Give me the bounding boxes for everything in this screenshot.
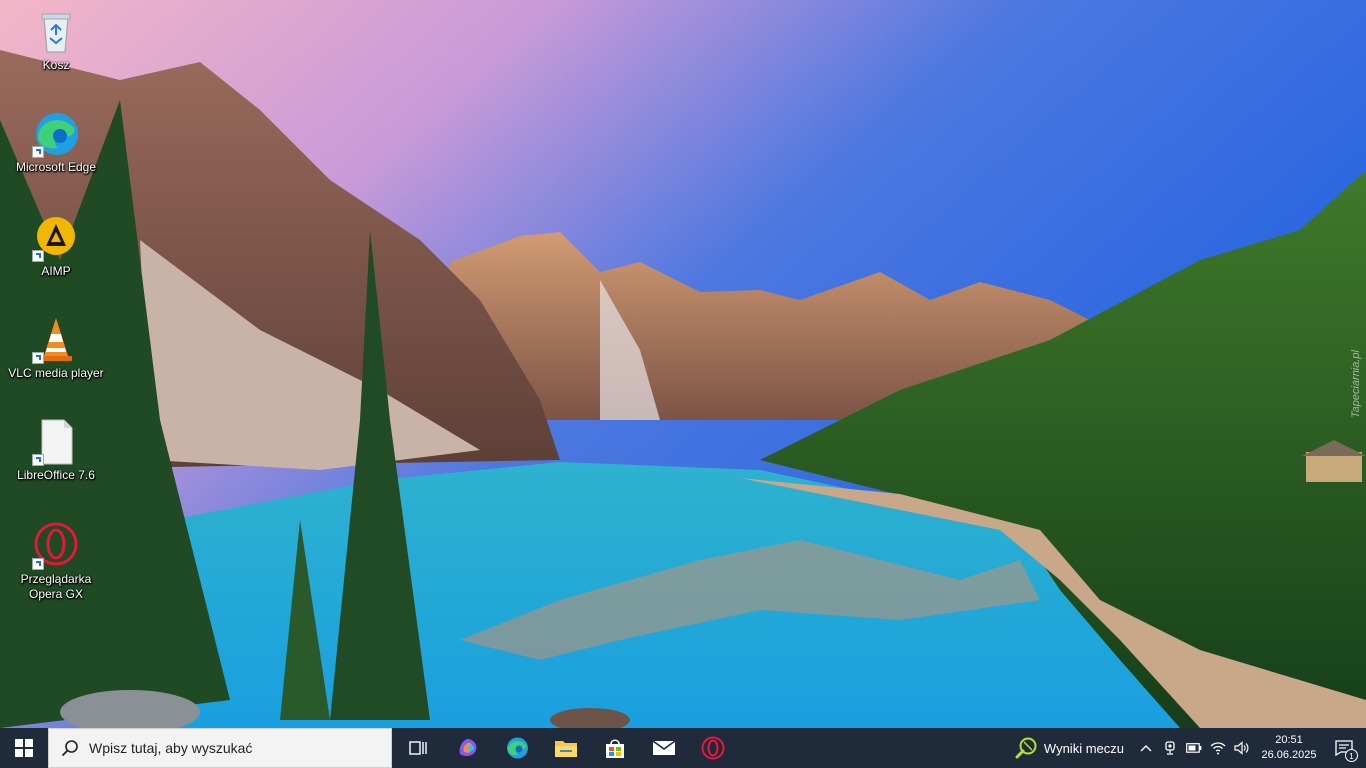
shortcut-arrow-icon bbox=[32, 352, 44, 364]
speaker-icon bbox=[1234, 741, 1249, 755]
desktop-icon-label: Przeglądarka Opera GX bbox=[20, 572, 92, 601]
edge-icon bbox=[506, 737, 528, 759]
tray-volume-button[interactable] bbox=[1230, 728, 1254, 768]
desktop-icon-label: AIMP bbox=[41, 264, 71, 278]
recycle-bin-icon bbox=[32, 8, 80, 56]
clock-date: 26.06.2025 bbox=[1261, 749, 1317, 761]
copilot-icon bbox=[459, 739, 476, 757]
store-icon bbox=[605, 739, 624, 758]
wallpaper-landscape bbox=[0, 0, 1366, 728]
desktop-icon-microsoft-edge[interactable]: Microsoft Edge bbox=[4, 110, 108, 175]
tray-network-button[interactable] bbox=[1206, 728, 1230, 768]
desktop-icon-label: Microsoft Edge bbox=[15, 160, 97, 174]
tray-meet-button[interactable] bbox=[1158, 728, 1182, 768]
desktop-wallpaper: Tapeciarnia.pl bbox=[0, 0, 1366, 728]
windows-logo-icon bbox=[15, 739, 33, 757]
taskbar-search-box[interactable]: Wpisz tutaj, aby wyszukać bbox=[48, 728, 392, 768]
desktop-icon-opera-gx[interactable]: Przeglądarka Opera GX bbox=[4, 522, 108, 602]
libreoffice-icon bbox=[32, 418, 80, 466]
sports-ball-icon bbox=[1015, 737, 1037, 759]
taskbar-clock[interactable]: 20:51 26.06.2025 bbox=[1256, 733, 1322, 763]
search-placeholder: Wpisz tutaj, aby wyszukać bbox=[89, 740, 253, 756]
news-widget-text: Wyniki meczu bbox=[1043, 740, 1124, 756]
desktop-icon-libreoffice[interactable]: LibreOffice 7.6 bbox=[4, 418, 108, 483]
task-view-button[interactable] bbox=[394, 728, 443, 768]
search-icon bbox=[61, 740, 78, 757]
opera-icon bbox=[701, 736, 724, 760]
start-button[interactable] bbox=[0, 728, 48, 768]
wallpaper-watermark: Tapeciarnia.pl bbox=[1350, 350, 1362, 419]
shortcut-arrow-icon bbox=[32, 558, 44, 570]
store-button[interactable] bbox=[590, 728, 639, 768]
taskbar-edge-button[interactable] bbox=[492, 728, 541, 768]
show-hidden-icons-button[interactable] bbox=[1134, 728, 1158, 768]
edge-icon bbox=[32, 110, 80, 158]
aimp-icon bbox=[32, 214, 80, 262]
mail-button[interactable] bbox=[639, 728, 688, 768]
vlc-icon bbox=[32, 316, 80, 364]
desktop-icon-label: LibreOffice 7.6 bbox=[17, 468, 95, 482]
desktop-icon-recycle-bin[interactable]: Kosz bbox=[4, 8, 108, 73]
desktop-icon-aimp[interactable]: AIMP bbox=[4, 214, 108, 279]
chevron-up-icon bbox=[1140, 745, 1152, 752]
notification-badge: 1 bbox=[1345, 749, 1358, 762]
opera-gx-icon bbox=[32, 522, 80, 570]
desktop-icon-vlc[interactable]: VLC media player bbox=[4, 316, 108, 381]
action-center-button[interactable]: 1 bbox=[1322, 728, 1366, 768]
file-explorer-button[interactable] bbox=[541, 728, 590, 768]
shortcut-arrow-icon bbox=[32, 146, 44, 158]
task-view-icon bbox=[408, 741, 427, 755]
desktop-icon-label: Kosz bbox=[42, 58, 70, 72]
webcam-icon bbox=[1165, 741, 1175, 755]
mail-icon bbox=[652, 740, 675, 755]
file-explorer-icon bbox=[554, 741, 577, 757]
taskbar-opera-button[interactable] bbox=[688, 728, 737, 768]
system-tray: 20:51 26.06.2025 1 bbox=[1134, 728, 1366, 768]
clock-time: 20:51 bbox=[1275, 734, 1303, 746]
desktop-icon-label: VLC media player bbox=[8, 366, 104, 380]
taskbar: Wpisz tutaj, aby wyszukać Wyniki meczu 2… bbox=[0, 728, 1366, 768]
shortcut-arrow-icon bbox=[32, 250, 44, 262]
shortcut-arrow-icon bbox=[32, 454, 44, 466]
copilot-button[interactable] bbox=[443, 728, 492, 768]
tray-battery-button[interactable] bbox=[1182, 728, 1206, 768]
battery-icon bbox=[1186, 743, 1202, 753]
wifi-icon bbox=[1210, 742, 1226, 755]
news-widget[interactable]: Wyniki meczu bbox=[1004, 728, 1134, 768]
taskbar-pinned-apps bbox=[394, 728, 737, 768]
